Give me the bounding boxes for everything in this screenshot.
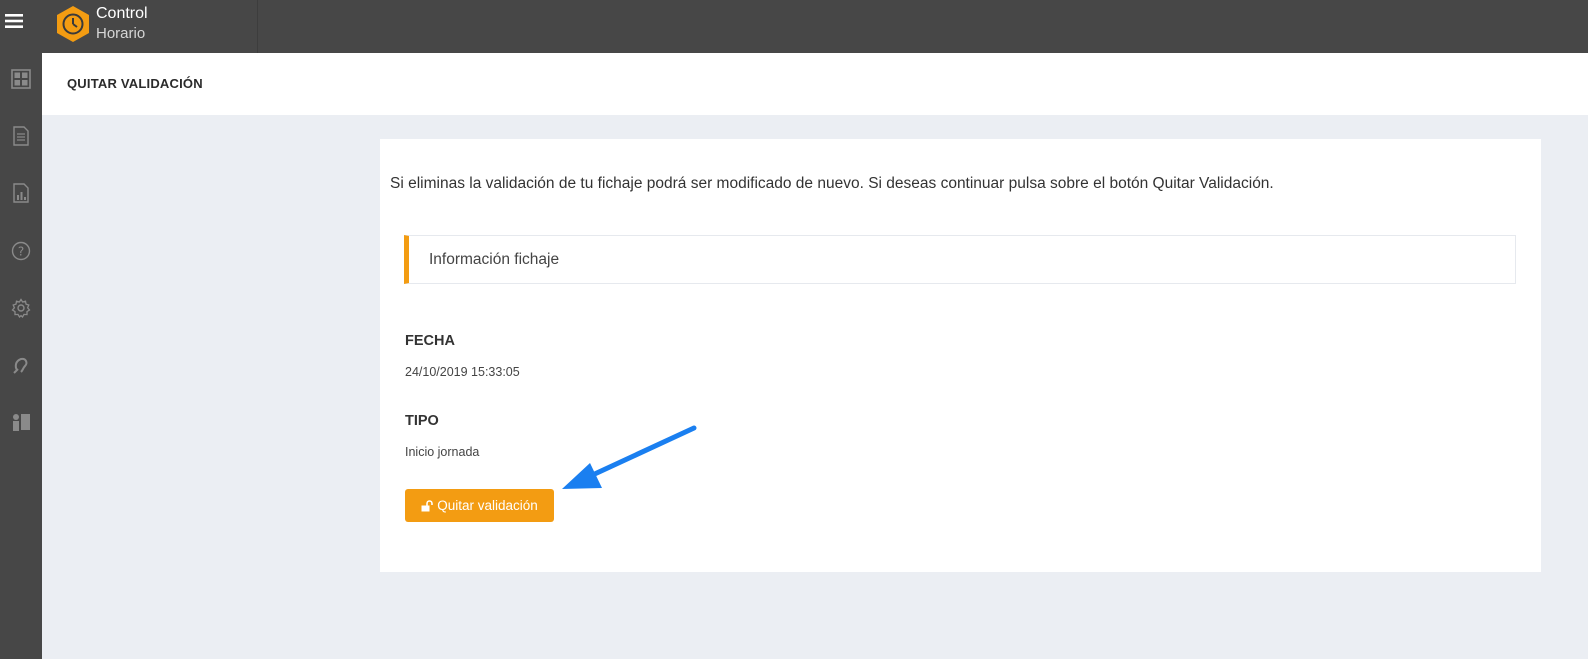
brand-name: Control	[96, 5, 148, 22]
help-icon[interactable]: ?	[0, 231, 42, 271]
ear-icon[interactable]	[0, 345, 42, 385]
report-icon[interactable]	[0, 173, 42, 213]
remove-validation-label: Quitar validación	[437, 498, 538, 513]
fecha-value: 24/10/2019 15:33:05	[405, 365, 520, 379]
page-title: QUITAR VALIDACIÓN	[67, 76, 203, 91]
clock-logo-icon	[57, 6, 89, 42]
users-icon[interactable]	[0, 402, 42, 442]
remove-validation-button[interactable]: Quitar validación	[405, 489, 554, 522]
tipo-label: TIPO	[405, 413, 439, 429]
dashboard-icon[interactable]	[0, 59, 42, 99]
annotation-arrow-icon	[562, 425, 697, 489]
tipo-value: Inicio jornada	[405, 445, 480, 459]
info-panel: Información fichaje	[404, 235, 1516, 284]
intro-text: Si eliminas la validación de tu fichaje …	[390, 175, 1274, 192]
fecha-label: FECHA	[405, 333, 455, 349]
page-header: QUITAR VALIDACIÓN	[42, 53, 1588, 115]
content-card: Si eliminas la validación de tu fichaje …	[380, 139, 1541, 572]
info-title: Información fichaje	[429, 251, 560, 268]
svg-text:?: ?	[18, 245, 24, 259]
sidebar: ?	[0, 0, 42, 659]
top-bar: Control Horario	[42, 0, 1588, 53]
gear-icon[interactable]	[0, 288, 42, 328]
menu-icon[interactable]	[0, 1, 28, 41]
brand[interactable]: Control Horario	[42, 0, 258, 53]
brand-subtitle: Horario	[96, 25, 146, 42]
unlock-icon	[421, 499, 434, 511]
document-icon[interactable]	[0, 116, 42, 156]
